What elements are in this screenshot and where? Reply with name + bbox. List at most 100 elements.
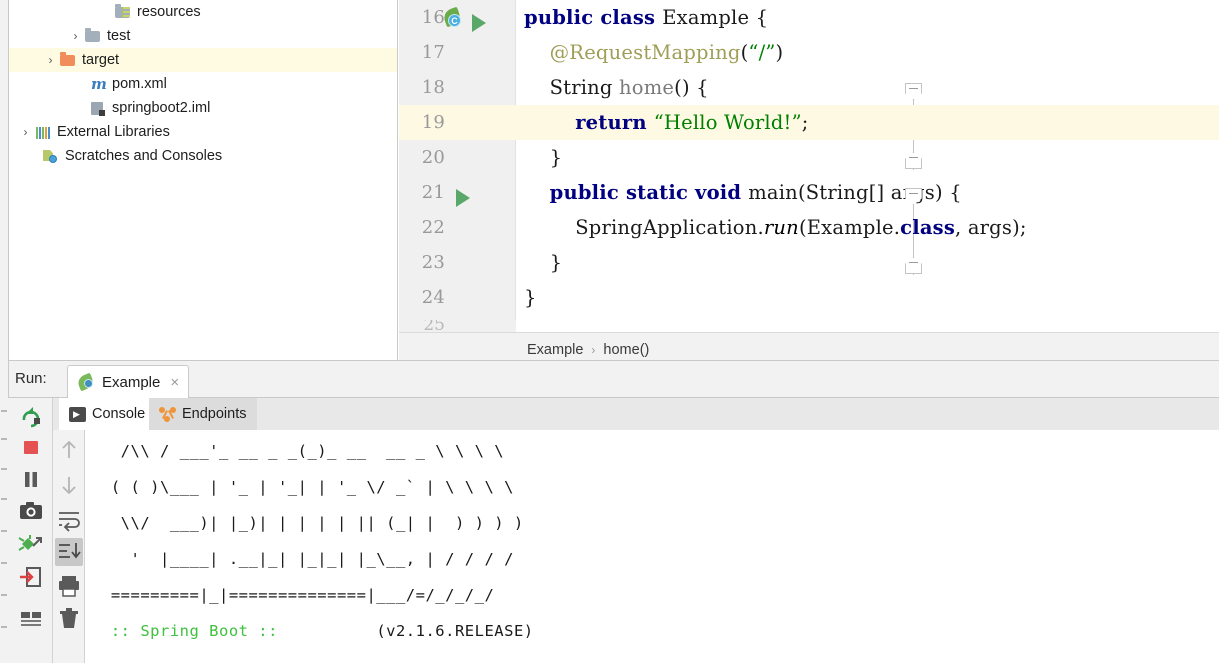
exit-button[interactable] — [16, 562, 46, 592]
chevron-right-icon: › — [591, 343, 596, 357]
iml-module-icon — [89, 100, 107, 116]
tree-item-resources[interactable]: resources — [9, 0, 397, 24]
resources-folder-icon — [114, 4, 132, 20]
tree-item-label: test — [107, 27, 131, 44]
run-method-gutter-icon[interactable] — [456, 189, 470, 207]
tree-item-springboot2-iml[interactable]: springboot2.iml — [9, 96, 397, 120]
console-icon — [69, 406, 86, 422]
code-line-text: String home() { — [549, 76, 709, 99]
editor-text-area[interactable]: 16 public class Example {17 @RequestMappi… — [399, 0, 1219, 332]
run-tab-label: Example — [102, 373, 161, 391]
breadcrumb-method[interactable]: home() — [603, 342, 649, 358]
console-banner-line: /\\ / ___'_ __ _ _(_)_ __ __ _ \ \ \ \ — [101, 442, 505, 460]
tab-console[interactable]: Console — [59, 398, 156, 430]
clear-all-trash-button[interactable] — [55, 604, 83, 632]
fold-marker-collapse[interactable] — [905, 83, 922, 100]
endpoints-icon — [159, 406, 177, 422]
tab-label: Console — [92, 406, 146, 422]
folder-gray-icon — [84, 28, 102, 44]
line-number: 18 — [421, 77, 445, 98]
code-line[interactable]: 18 String home() { — [399, 70, 1219, 105]
console-banner-line: \\/ ___)| |_)| | | | | || (_| | ) ) ) ) — [101, 514, 524, 532]
editor-next-line-number: 25 — [399, 320, 516, 332]
tree-item-target[interactable]: › target — [9, 48, 397, 72]
chevron-right-icon[interactable]: › — [42, 54, 59, 66]
spring-bean-gutter-icon[interactable]: C — [441, 6, 463, 28]
code-line[interactable]: 22 SpringApplication.run(Example.class, … — [399, 210, 1219, 245]
fold-marker-collapse[interactable] — [905, 152, 922, 169]
chevron-right-icon[interactable]: › — [17, 126, 34, 138]
code-line-text: SpringApplication.run(Example.class, arg… — [575, 216, 1027, 239]
intellij-idea-window: resources › test › target m pom.xml spri… — [0, 0, 1219, 663]
tree-item-label: resources — [137, 3, 201, 20]
spring-boot-label: :: Spring Boot :: — [101, 622, 278, 640]
folder-orange-icon — [59, 52, 77, 68]
code-line-text: public static void main(String[] args) { — [549, 181, 962, 204]
console-banner-line: ( ( )\___ | '_ | '_| | '_ \/ _` | \ \ \ … — [101, 478, 514, 496]
console-output[interactable]: /\\ / ___'_ __ _ _(_)_ __ __ _ \ \ \ \ (… — [86, 431, 1219, 663]
tree-item-test[interactable]: › test — [9, 24, 397, 48]
tree-item-scratches-and-consoles[interactable]: Scratches and Consoles — [9, 144, 397, 168]
code-line-text: } — [549, 251, 563, 274]
external-libraries-icon — [34, 124, 52, 140]
code-line-text: return “Hello World!”; — [575, 111, 809, 134]
scroll-up-button[interactable] — [55, 436, 83, 464]
code-line[interactable]: 20 } — [399, 140, 1219, 175]
run-class-gutter-icon[interactable] — [472, 14, 486, 32]
scroll-to-end-button[interactable] — [55, 538, 83, 566]
breadcrumb-class[interactable]: Example — [527, 342, 583, 358]
project-tool-window[interactable]: resources › test › target m pom.xml spri… — [9, 0, 398, 360]
chevron-right-icon[interactable]: › — [67, 30, 84, 42]
current-line-highlight — [399, 105, 1219, 140]
pause-button[interactable] — [16, 464, 46, 494]
stop-button[interactable] — [16, 432, 46, 462]
scroll-down-button[interactable] — [55, 471, 83, 499]
console-banner-footer: :: Spring Boot :: (v2.1.6.RELEASE) — [101, 613, 1219, 649]
line-number: 16 — [421, 7, 445, 28]
console-banner-line: =========|_|==============|___/=/_/_/_/ — [101, 586, 495, 604]
run-window-label: Run: — [15, 370, 47, 387]
code-editor[interactable]: 16 public class Example {17 @RequestMappi… — [399, 0, 1219, 332]
tab-label: Endpoints — [182, 406, 247, 422]
spring-boot-version: (v2.1.6.RELEASE) — [376, 622, 534, 640]
line-number: 23 — [421, 252, 445, 273]
print-button[interactable] — [55, 572, 83, 600]
code-line[interactable]: 16 public class Example { — [399, 0, 1219, 35]
tab-endpoints[interactable]: Endpoints — [149, 398, 257, 430]
run-actions-toolbar — [9, 398, 53, 663]
tree-item-label: target — [82, 51, 120, 68]
console-actions-toolbar — [53, 430, 85, 663]
console-banner-line: ' |____| .__|_| |_|_| |_\__, | / / / / — [101, 550, 514, 568]
run-tool-window-header: Run: Example × — [9, 361, 1219, 398]
line-number: 19 — [421, 112, 445, 133]
debug-attach-button[interactable] — [16, 528, 46, 558]
thread-dump-camera-button[interactable] — [16, 496, 46, 526]
tree-item-label: External Libraries — [57, 123, 170, 140]
code-line[interactable]: 17 @RequestMapping(“/”) — [399, 35, 1219, 70]
code-line[interactable]: 21 public static void main(String[] args… — [399, 175, 1219, 210]
code-line-text: } — [524, 286, 537, 309]
code-line-text: } — [549, 146, 563, 169]
rerun-button[interactable] — [16, 402, 46, 432]
line-number: 24 — [421, 287, 445, 308]
soft-wrap-button[interactable] — [55, 505, 83, 533]
line-number: 20 — [421, 147, 445, 168]
close-icon[interactable]: × — [170, 375, 179, 390]
fold-marker-collapse[interactable] — [905, 188, 922, 205]
console-subtab-bar: Console Endpoints — [53, 398, 1219, 430]
line-number: 17 — [421, 42, 445, 63]
line-number: 21 — [421, 182, 445, 203]
tree-item-external-libraries[interactable]: › External Libraries — [9, 120, 397, 144]
fold-marker-collapse[interactable] — [905, 257, 922, 274]
line-number: 22 — [421, 217, 445, 238]
maven-m-icon: m — [91, 75, 107, 93]
tree-item-pom-xml[interactable]: m pom.xml — [9, 72, 397, 96]
left-tool-strip-lower[interactable] — [0, 398, 9, 663]
layout-settings-button[interactable] — [16, 604, 46, 634]
run-tab-example[interactable]: Example × — [67, 365, 190, 398]
tree-item-label: springboot2.iml — [112, 99, 211, 116]
tree-item-label: pom.xml — [112, 75, 167, 92]
code-line[interactable]: 19 return “Hello World!”; — [399, 105, 1219, 140]
code-line[interactable]: 24} — [399, 280, 1219, 315]
code-line[interactable]: 23 } — [399, 245, 1219, 280]
